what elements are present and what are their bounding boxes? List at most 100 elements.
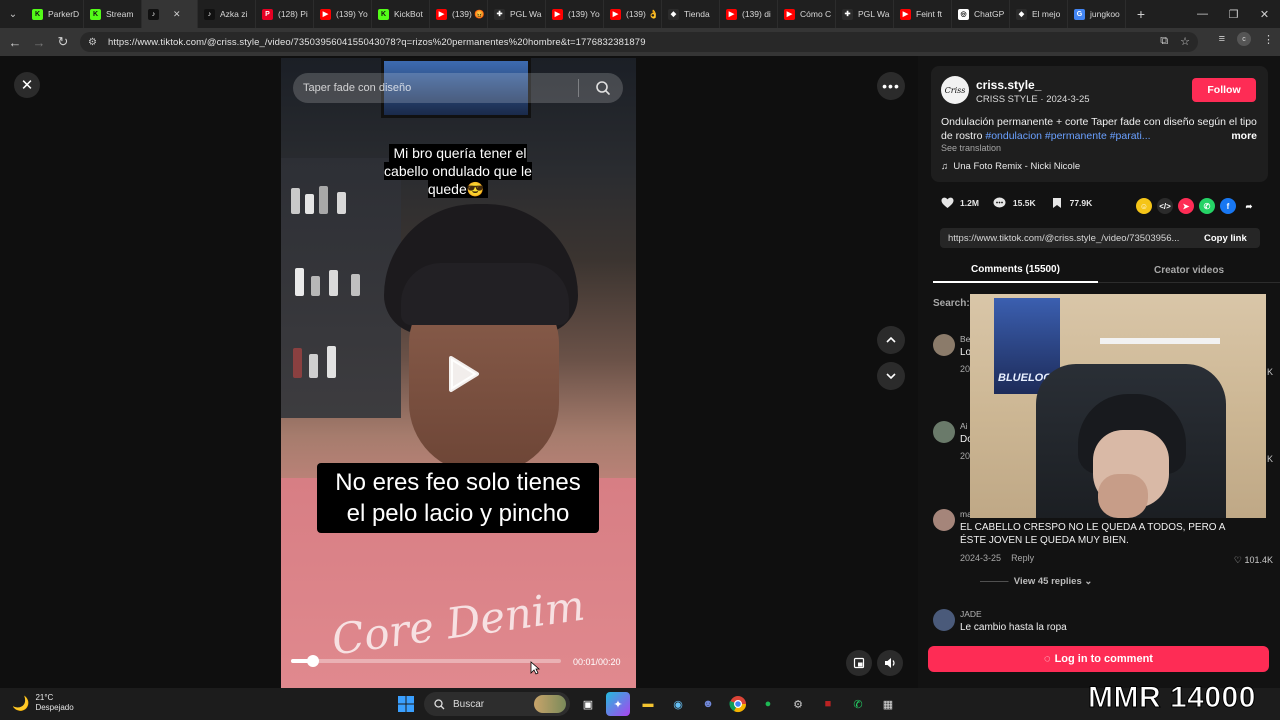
play-icon[interactable] xyxy=(441,354,481,394)
author-handle[interactable]: criss.style_ xyxy=(976,78,1041,92)
app-icon-red[interactable]: ■ xyxy=(816,692,840,716)
commenter-avatar[interactable] xyxy=(933,509,955,531)
weather-widget[interactable]: 🌙 21°C Despejado xyxy=(12,693,74,713)
browser-tab[interactable]: Gjungkoo xyxy=(1068,0,1126,28)
reading-list-icon[interactable]: ≡ xyxy=(1219,33,1225,45)
progress-handle[interactable] xyxy=(306,655,319,667)
browser-tab[interactable]: ▶ (139) Yo xyxy=(314,0,372,28)
back-button[interactable]: ← xyxy=(3,28,27,56)
profile-avatar[interactable]: c xyxy=(1237,32,1251,46)
more-link[interactable]: more xyxy=(1231,129,1257,143)
reload-button[interactable]: ↻ xyxy=(51,28,75,56)
whatsapp-icon[interactable]: ✆ xyxy=(1199,198,1215,214)
send-icon[interactable]: ➤ xyxy=(1178,198,1194,214)
floating-player-button[interactable] xyxy=(846,650,872,676)
webcam-overlay: BLUELOCK xyxy=(970,294,1266,518)
maximize-button[interactable]: ❐ xyxy=(1218,0,1249,28)
bookmark-star-icon[interactable]: ☆ xyxy=(1180,35,1190,48)
chrome-icon[interactable] xyxy=(726,692,750,716)
browser-tab[interactable]: ✚ PGL Wa xyxy=(488,0,546,28)
facebook-icon[interactable]: f xyxy=(1220,198,1236,214)
minimize-button[interactable]: — xyxy=(1187,0,1218,28)
comment-likes[interactable]: ♡ 101.4K xyxy=(1234,555,1273,566)
browser-tab[interactable]: ▶ (139) Yo xyxy=(546,0,604,28)
comment-icon[interactable] xyxy=(993,196,1007,210)
more-options-icon[interactable]: ••• xyxy=(877,72,905,100)
login-to-comment-button[interactable]: ◌ Log in to comment xyxy=(928,646,1269,672)
commenter-avatar[interactable] xyxy=(933,421,955,443)
url-field[interactable]: ⚙ https://www.tiktok.com/@criss.style_/v… xyxy=(80,32,1198,52)
tab-search-menu[interactable]: ⌄ xyxy=(0,0,26,28)
file-explorer-icon[interactable]: ▬ xyxy=(636,692,660,716)
copy-link-button[interactable]: Copy link xyxy=(1204,233,1247,244)
author-avatar[interactable]: Criss xyxy=(941,76,969,104)
browser-tab[interactable]: ▶ Cómo C xyxy=(778,0,836,28)
author-card: Criss criss.style_ CRISS STYLE · 2024-3-… xyxy=(931,66,1268,182)
calculator-icon[interactable]: ▦ xyxy=(876,692,900,716)
follow-button[interactable]: Follow xyxy=(1192,78,1256,102)
commenter-name[interactable]: JADE xyxy=(960,609,982,619)
chevron-down-icon xyxy=(886,373,896,380)
see-translation-link[interactable]: See translation xyxy=(941,143,1001,153)
whatsapp-taskbar-icon[interactable]: ✆ xyxy=(846,692,870,716)
steam-icon[interactable]: ◉ xyxy=(666,692,690,716)
browser-menu-icon[interactable]: ⋮ xyxy=(1263,33,1274,46)
browser-tab[interactable]: ▶ Feint ft xyxy=(894,0,952,28)
copilot-icon[interactable]: ✦ xyxy=(606,692,630,716)
commenter-name[interactable]: Be xyxy=(960,334,970,344)
commenter-avatar[interactable] xyxy=(933,334,955,356)
install-app-icon[interactable]: ⧉ xyxy=(1160,35,1168,48)
tab-favicon-icon: ▶ xyxy=(726,8,737,20)
video-progress-bar[interactable] xyxy=(291,655,561,667)
tab-comments[interactable]: Comments (15500) xyxy=(933,257,1098,283)
discord-icon[interactable]: ☻ xyxy=(696,692,720,716)
search-icon[interactable] xyxy=(595,80,611,96)
browser-tab[interactable]: ◆ Tienda xyxy=(662,0,720,28)
browser-tab[interactable]: ▶ (139) 😡 xyxy=(430,0,488,28)
tab-close-icon[interactable]: ✕ xyxy=(173,9,181,20)
browser-tab[interactable]: ✚ PGL Wa xyxy=(836,0,894,28)
embed-icon[interactable]: </> xyxy=(1157,198,1173,214)
browser-tab[interactable]: ♪ ✕ xyxy=(142,0,198,28)
browser-tab[interactable]: ▶ (139) 👌 xyxy=(604,0,662,28)
hashtag-links[interactable]: #ondulacion #permanente #parati... xyxy=(985,130,1150,142)
browser-tab[interactable]: ▶ (139) di xyxy=(720,0,778,28)
browser-tab[interactable]: ♪ Azka zi xyxy=(198,0,256,28)
tab-title: (139) Yo xyxy=(336,9,368,19)
forward-button[interactable]: → xyxy=(27,28,51,56)
browser-tab[interactable]: K Stream xyxy=(84,0,142,28)
video-player[interactable]: Core Denim Taper fade con diseño Mi bro … xyxy=(281,58,636,688)
heart-icon[interactable] xyxy=(940,196,954,210)
commenter-name[interactable]: Ai xyxy=(960,421,968,431)
taskbar-search[interactable]: Buscar xyxy=(424,692,570,716)
share-arrow-icon[interactable]: ➦ xyxy=(1241,198,1257,214)
comment-item: marian... EL CABELLO CRESPO NO LE QUEDA … xyxy=(933,509,1273,589)
settings-app-icon[interactable]: ⚙ xyxy=(786,692,810,716)
close-window-button[interactable]: ✕ xyxy=(1249,0,1280,28)
browser-tab[interactable]: ◎ ChatGP xyxy=(952,0,1010,28)
view-replies-button[interactable]: ——— View 45 replies ⌄ xyxy=(980,576,1092,587)
task-view-icon[interactable]: ▣ xyxy=(576,692,600,716)
new-tab-button[interactable]: + xyxy=(1126,6,1156,22)
browser-tab[interactable]: K ParkerD xyxy=(26,0,84,28)
next-video-button[interactable] xyxy=(877,362,905,390)
tab-creator-videos[interactable]: Creator videos xyxy=(1098,257,1280,283)
windows-start-icon[interactable] xyxy=(394,692,418,716)
commenter-avatar[interactable] xyxy=(933,609,955,631)
site-info-icon[interactable]: ⚙ xyxy=(88,37,102,48)
reply-button[interactable]: Reply xyxy=(1011,553,1034,563)
volume-button[interactable] xyxy=(877,650,903,676)
video-search-bar[interactable]: Taper fade con diseño xyxy=(293,73,623,103)
previous-video-button[interactable] xyxy=(877,326,905,354)
browser-tab[interactable]: K KickBot xyxy=(372,0,430,28)
friends-share-icon[interactable]: ☺ xyxy=(1136,198,1152,214)
comment-likes[interactable]: K xyxy=(1267,367,1273,377)
tab-title: jungkoo xyxy=(1090,9,1120,19)
browser-tab[interactable]: P (128) Pi xyxy=(256,0,314,28)
close-icon[interactable]: ✕ xyxy=(14,72,40,98)
music-link[interactable]: ♫ Una Foto Remix - Nicki Nicole xyxy=(941,161,1080,172)
comment-likes[interactable]: K xyxy=(1267,454,1273,464)
spotify-icon[interactable]: ● xyxy=(756,692,780,716)
bookmark-icon[interactable] xyxy=(1050,196,1064,210)
browser-tab[interactable]: ◆ El mejo xyxy=(1010,0,1068,28)
